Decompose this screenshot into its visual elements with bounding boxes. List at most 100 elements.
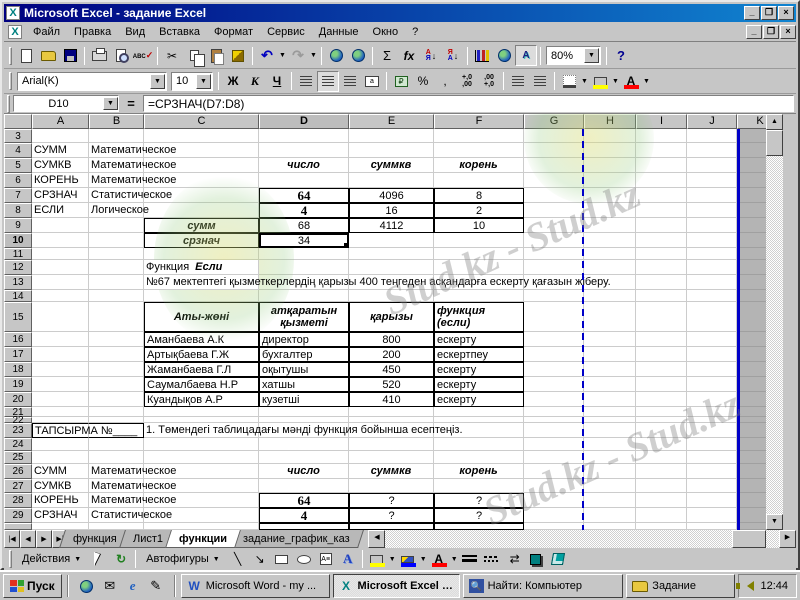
font-color-button[interactable]: А [428,549,450,570]
cell-B16[interactable] [89,332,144,347]
toolbar-grip[interactable] [9,72,12,90]
align-left-button[interactable] [295,71,317,92]
cell-G25[interactable] [524,451,584,464]
cell-C11[interactable] [144,248,259,260]
cell-E3[interactable] [349,129,434,143]
cell-A6[interactable]: КОРЕНЬ [32,173,89,188]
borders-dropdown-icon[interactable]: ▼ [580,71,589,92]
cell-J30[interactable] [687,523,737,530]
formula-input[interactable]: =СРЗНАЧ(D7:D8) [143,95,794,112]
font-size-dropdown-icon[interactable]: ▼ [196,74,211,89]
row-header-19[interactable]: 19 [4,377,32,392]
undo-dropdown-icon[interactable]: ▼ [278,45,287,66]
row-header-4[interactable]: 4 [4,143,32,158]
cell-J7[interactable] [687,188,737,203]
cell-E24[interactable] [349,438,434,451]
cell-D9[interactable]: 68 [259,218,349,233]
row-header-24[interactable]: 24 [4,438,32,451]
cell-I27[interactable] [636,479,687,493]
cell-F6[interactable] [434,173,524,188]
cell-D5[interactable]: число [259,158,349,173]
column-header-G[interactable]: G [524,114,584,129]
cell-I24[interactable] [636,438,687,451]
menu-item-Правка[interactable]: Правка [67,24,118,40]
cell-I18[interactable] [636,362,687,377]
cell-B3[interactable] [89,129,144,143]
cell-B26[interactable]: Математическое [89,464,144,479]
cell-H24[interactable] [584,438,636,451]
close-button[interactable]: × [778,6,794,20]
workbook-icon[interactable]: X [8,25,22,39]
insert-hyperlink-icon-button[interactable] [325,45,347,66]
row-header-8[interactable]: 8 [4,203,32,218]
cell-J20[interactable] [687,392,737,407]
cell-G23[interactable] [524,423,584,438]
cell-I14[interactable] [636,290,687,302]
font-color-button[interactable]: А [620,71,642,92]
cell-J23[interactable] [687,423,737,438]
cell-G29[interactable] [524,508,584,523]
new-icon-button[interactable] [15,45,37,66]
print-icon-button[interactable] [88,45,110,66]
cell-D15[interactable]: атқаратын қызметі [259,302,349,332]
horizontal-scroll-thumb[interactable] [732,530,766,548]
cell-G17[interactable] [524,347,584,362]
cell-J28[interactable] [687,493,737,508]
row-header-26[interactable]: 26 [4,464,32,479]
cell-I12[interactable] [636,260,687,275]
cell-J14[interactable] [687,290,737,302]
cell-G3[interactable] [524,129,584,143]
viewer-icon[interactable] [78,577,96,595]
cell-F20[interactable]: ескерту [434,392,524,407]
row-header-13[interactable]: 13 [4,275,32,290]
cell-E17[interactable]: 200 [349,347,434,362]
cell-F8[interactable]: 2 [434,203,524,218]
column-header-B[interactable]: B [89,114,144,129]
row-header-18[interactable]: 18 [4,362,32,377]
cell-C18[interactable]: Жаманбаева Г.Л [144,362,259,377]
cell-B19[interactable] [89,377,144,392]
cell-H21[interactable] [584,407,636,417]
cell-A12[interactable] [32,260,89,275]
cell-I10[interactable] [636,233,687,248]
cell-E10[interactable] [349,233,434,248]
row-header-10[interactable]: 10 [4,233,32,248]
cell-E26[interactable]: суммкв [349,464,434,479]
cell-A27[interactable]: СУМКВ [32,479,89,493]
cell-H9[interactable] [584,218,636,233]
cell-I25[interactable] [636,451,687,464]
row-header-6[interactable]: 6 [4,173,32,188]
copy-icon-button[interactable] [183,45,205,66]
cell-E4[interactable] [349,143,434,158]
map-icon-button[interactable] [493,45,515,66]
cell-F30[interactable] [434,523,524,530]
cell-G9[interactable] [524,218,584,233]
cell-A15[interactable] [32,302,89,332]
line-icon[interactable]: ╲ [227,549,249,570]
fill-color-button[interactable] [589,71,611,92]
scroll-left-icon[interactable]: ◀ [368,530,385,548]
cell-J17[interactable] [687,347,737,362]
font-color-dropdown-icon[interactable]: ▼ [642,71,651,92]
column-header-I[interactable]: I [636,114,687,129]
cell-G28[interactable] [524,493,584,508]
toolbar-grip[interactable] [7,95,10,113]
menu-item-?[interactable]: ? [405,24,425,40]
cell-A9[interactable] [32,218,89,233]
cell-E11[interactable] [349,248,434,260]
column-header-D[interactable]: D [259,114,349,129]
cell-D14[interactable] [259,290,349,302]
cell-B15[interactable] [89,302,144,332]
cell-A28[interactable]: КОРЕНЬ [32,493,89,508]
cell-A19[interactable] [32,377,89,392]
cell-I29[interactable] [636,508,687,523]
dash-style-icon[interactable] [481,549,503,570]
cell-B10[interactable] [89,233,144,248]
cell-C8[interactable] [144,203,259,218]
undo-icon-button[interactable]: ↶ [256,45,278,66]
cell-H4[interactable] [584,143,636,158]
vertical-scroll-thumb[interactable] [766,130,783,156]
cell-B4[interactable]: Математическое [89,143,144,158]
zoom-dropdown-icon[interactable]: ▼ [584,48,599,63]
percent-button[interactable]: % [412,71,434,92]
